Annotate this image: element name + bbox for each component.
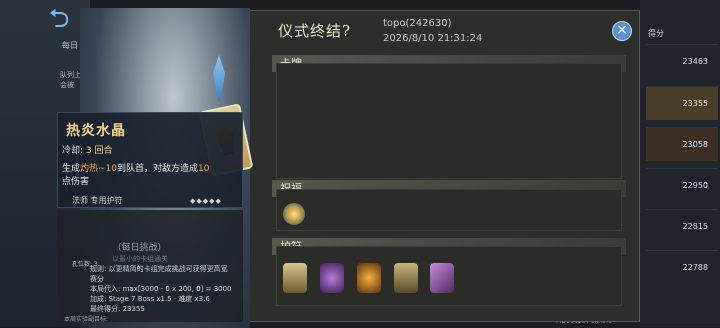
leaderboard-row[interactable]: 22950: [646, 168, 718, 202]
cards-area: [276, 63, 622, 179]
timestamp: 2026/8/10 21:31:24: [383, 33, 483, 44]
desc-text: 生成: [62, 164, 81, 174]
challenge-subtitle: 以最小的卡组通关: [112, 255, 168, 263]
wings-emblem-icon[interactable]: [283, 203, 305, 225]
desc-text: 到队首，对敌方造成: [117, 164, 199, 174]
tooltip-description: 生成灼热~10到队首，对敌方造成10 点伤害: [62, 163, 212, 189]
flame-crystal-icon[interactable]: [357, 263, 381, 293]
tooltip-class: 法师 专用护符: [72, 196, 123, 205]
staff-icon[interactable]: [430, 263, 454, 293]
close-button[interactable]: ×: [612, 21, 632, 41]
rule-line: 本局代入: max[3000 - 0 x 200, 0] = 3000: [90, 285, 232, 293]
player-name: topo(242630): [383, 18, 452, 29]
cooldown-value: 3 回合: [85, 146, 113, 156]
leaderboard-row[interactable]: 23463: [646, 44, 718, 78]
challenge-title: (每日挑战): [118, 243, 162, 253]
leaderboard-row[interactable]: 23355: [646, 86, 718, 120]
leaderboard-row[interactable]: 22788: [646, 250, 718, 284]
side-tab-daily[interactable]: 每日: [62, 40, 78, 51]
tooltip-title: 热炎水晶: [66, 123, 126, 139]
leaderboard-row[interactable]: 23058: [646, 127, 718, 161]
rule-line: 规则: 以更精简的卡组完成挑战可获得更高宽: [90, 265, 228, 273]
armor-icon[interactable]: [283, 263, 307, 293]
scales-icon[interactable]: [394, 263, 418, 293]
blessing-area: [276, 189, 622, 231]
tooltip-rarity-icons: ◆◆◆◆◆: [190, 197, 222, 205]
back-arrow-icon[interactable]: ⮌: [44, 6, 74, 32]
claw-icon[interactable]: [320, 263, 344, 293]
tooltip-cooldown: 冷却: 3 回合: [62, 143, 113, 156]
rule-line: 加成: Stage 7 Boss x1.5 · 难度 x3.6: [90, 295, 210, 303]
desc-text: 点伤害: [62, 177, 90, 187]
challenge-rules: 规则: 以更精简的卡组完成挑战可获得更高宽 赛分 本局代入: max[3000 …: [90, 264, 250, 314]
rule-line: 最终得分: 23355: [90, 305, 145, 313]
desc-keyword: 灼热~10: [80, 164, 118, 174]
rule-line: 赛分: [90, 275, 104, 283]
leaderboard-header: 得分: [648, 29, 664, 38]
desc-number: 10: [198, 164, 210, 174]
challenge-footer: 本周实验副目标:: [64, 316, 109, 323]
cooldown-label: 冷却:: [62, 146, 84, 156]
leaderboard-row[interactable]: 22815: [646, 209, 718, 243]
dialog-title: 仪式终结?: [278, 22, 352, 40]
